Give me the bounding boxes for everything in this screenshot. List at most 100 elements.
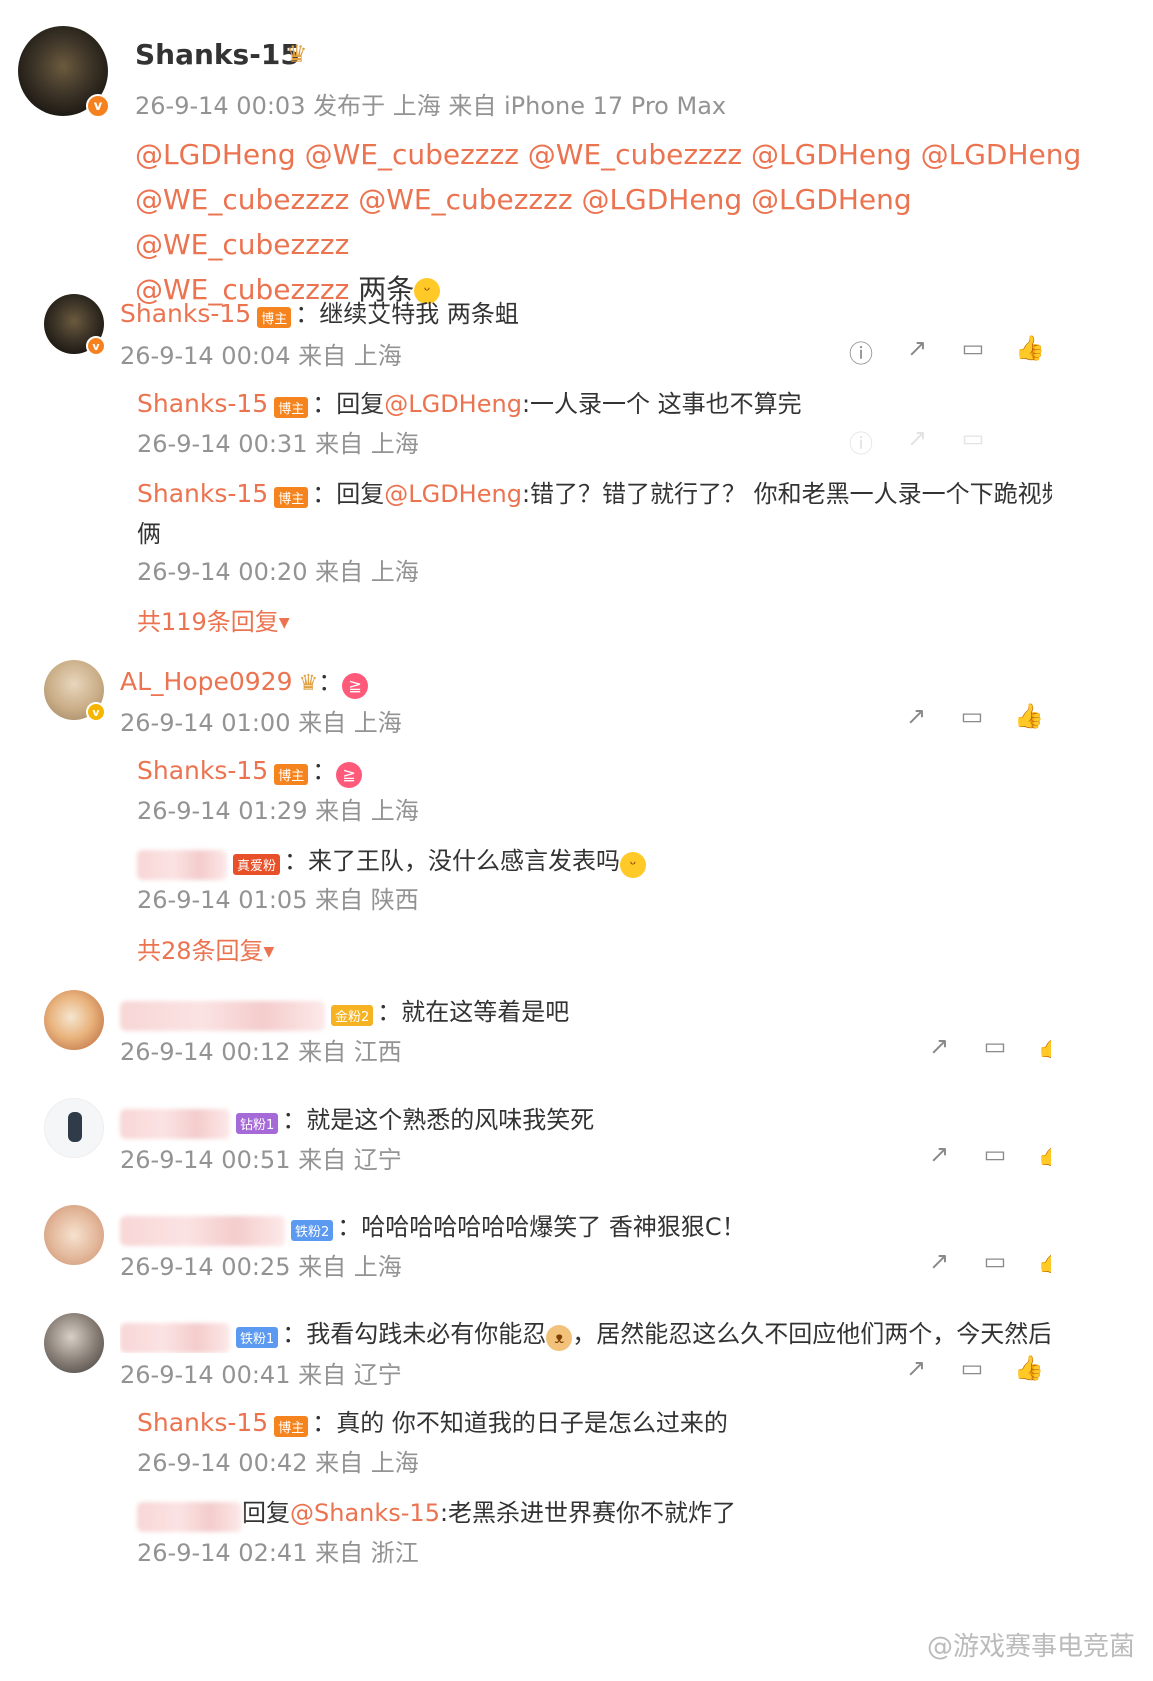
avatar[interactable]: v bbox=[44, 294, 106, 356]
figure-icon bbox=[68, 1112, 82, 1142]
mention-link[interactable]: @WE_cubezzzz bbox=[135, 183, 349, 216]
mention-link[interactable]: @WE_cubezzzz bbox=[528, 138, 742, 171]
more-replies-link[interactable]: 共28条回复▼ bbox=[137, 931, 274, 966]
comment-icon[interactable]: ▭ bbox=[958, 1354, 986, 1382]
reply-prefix: 回复 bbox=[336, 480, 385, 508]
reply-meta: 26-9-14 00:42 来自 上海 bbox=[137, 1449, 419, 1477]
mention-link[interactable]: @LGDHeng bbox=[751, 183, 912, 216]
comment-meta: 26-9-14 00:12 来自 江西 bbox=[120, 1038, 402, 1066]
share-icon[interactable]: ↗ bbox=[903, 334, 931, 369]
mention-link[interactable]: @LGDHeng bbox=[921, 138, 1082, 171]
report-icon[interactable]: ⓘ bbox=[847, 334, 875, 369]
reply: Shanks-15 博主 ：真的 你不知道我的日子是怎么过来的 bbox=[137, 1408, 728, 1437]
reply-text: :老黑杀进世界赛你不就炸了 bbox=[439, 1499, 737, 1527]
share-icon[interactable]: ↗ bbox=[903, 424, 931, 459]
reply-meta: 26-9-14 00:31 来自 上海 bbox=[137, 430, 419, 458]
mention-link[interactable]: @Shanks-15 bbox=[290, 1499, 440, 1527]
share-icon[interactable]: ↗ bbox=[902, 1354, 930, 1382]
avatar[interactable]: v bbox=[44, 660, 106, 722]
share-icon[interactable]: ↗ bbox=[925, 1032, 953, 1060]
blurred-username bbox=[137, 849, 227, 880]
fan-tag: 金粉2 bbox=[331, 1005, 374, 1026]
avatar[interactable] bbox=[44, 1205, 104, 1265]
commenter-name[interactable]: AL_Hope0929 bbox=[120, 667, 293, 696]
smirk-emoji-icon: ᵕ bbox=[620, 851, 647, 878]
reply-text: 来了王队，没什么感言发表吗 bbox=[308, 847, 621, 875]
comment-icon[interactable]: ▭ bbox=[981, 1032, 1009, 1060]
blurred-username bbox=[137, 1501, 242, 1532]
caret-down-icon: ▼ bbox=[263, 944, 275, 960]
more-replies-label: 共28条回复 bbox=[137, 937, 264, 965]
reply-meta: 26-9-14 00:20 来自 上海 bbox=[137, 558, 419, 586]
more-replies-link[interactable]: 共119条回复▼ bbox=[137, 602, 290, 637]
like-icon[interactable]: 👍 bbox=[1037, 1247, 1051, 1275]
comment-meta: 26-9-14 00:04 来自 上海 bbox=[120, 342, 402, 370]
mention-link[interactable]: @LGDHeng bbox=[384, 480, 522, 508]
host-tag: 博主 bbox=[257, 307, 292, 328]
comment-text: 就在这等着是吧 bbox=[401, 998, 570, 1026]
verified-badge-icon: v bbox=[86, 336, 106, 356]
reply-text: :错了？错了就行了？ 你和老黑一人录一个下跪视频原谅 bbox=[521, 480, 1052, 508]
comment-actions: ⓘ ↗ ▭ 👍 bbox=[847, 334, 1045, 369]
mention-link[interactable]: @LGDHeng bbox=[384, 390, 522, 418]
verified-badge-icon: v bbox=[86, 702, 106, 722]
crown-icon: ♛ bbox=[286, 40, 308, 68]
comment-icon[interactable]: ▭ bbox=[959, 424, 987, 459]
blurred-username bbox=[120, 1000, 325, 1031]
like-icon[interactable]: 👍 bbox=[1014, 702, 1044, 730]
commenter-name[interactable]: Shanks-15 bbox=[120, 299, 251, 328]
reply-text: 真的 你不知道我的日子是怎么过来的 bbox=[336, 1409, 728, 1437]
reply: Shanks-15 博主 ：回复@LGDHeng:错了？错了就行了？ 你和老黑一人录… bbox=[137, 474, 1052, 509]
reply-meta: 26-9-14 02:41 来自 浙江 bbox=[137, 1539, 419, 1567]
comment-text: 继续艾特我 两条蛆 bbox=[319, 300, 519, 328]
like-icon[interactable]: 👍 bbox=[1015, 334, 1045, 369]
comment-icon[interactable]: ▭ bbox=[981, 1140, 1009, 1168]
comment-actions: ↗ ▭ 👍 bbox=[902, 1354, 1044, 1382]
laugh-emoji-icon: ≧ bbox=[342, 672, 369, 699]
blurred-username bbox=[120, 1108, 230, 1139]
mention-link[interactable]: @LGDHeng bbox=[581, 183, 742, 216]
fan-tag: 真爱粉 bbox=[233, 854, 281, 875]
share-icon[interactable]: ↗ bbox=[925, 1247, 953, 1275]
comment-actions: ↗ ▭ 👍 bbox=[902, 702, 1044, 730]
reply-meta: 26-9-14 01:29 来自 上海 bbox=[137, 797, 419, 825]
comment-icon[interactable]: ▭ bbox=[981, 1247, 1009, 1275]
commenter-name[interactable]: Shanks-15 bbox=[137, 389, 268, 418]
reply: 真爱粉 ：来了王队，没什么感言发表吗 ᵕ bbox=[137, 841, 647, 880]
comment-meta: 26-9-14 00:51 来自 辽宁 bbox=[120, 1146, 402, 1174]
blurred-username bbox=[120, 1322, 230, 1353]
mention-link[interactable]: @WE_cubezzzz bbox=[358, 183, 572, 216]
like-icon[interactable]: 👍 bbox=[1014, 1354, 1044, 1382]
comment-icon[interactable]: ▭ bbox=[958, 702, 986, 730]
commenter-name[interactable]: Shanks-15 bbox=[137, 479, 268, 508]
caret-down-icon: ▼ bbox=[278, 615, 290, 631]
mention-link[interactable]: @WE_cubezzzz bbox=[305, 138, 519, 171]
like-icon[interactable]: 👍 bbox=[1037, 1140, 1051, 1168]
commenter-name[interactable]: Shanks-15 bbox=[137, 756, 268, 785]
share-icon[interactable]: ↗ bbox=[902, 702, 930, 730]
avatar[interactable] bbox=[44, 1098, 104, 1158]
comment-actions: ↗ ▭ 👍 bbox=[925, 1247, 1051, 1275]
post-author-name[interactable]: Shanks-15 bbox=[135, 38, 300, 71]
reply: Shanks-15 博主 ：回复@LGDHeng:一人录一个 这事也不算完 bbox=[137, 389, 802, 418]
avatar[interactable] bbox=[44, 990, 104, 1050]
post-author-avatar[interactable]: v bbox=[18, 26, 110, 118]
mention-link[interactable]: @WE_cubezzzz bbox=[135, 228, 349, 261]
comment-icon[interactable]: ▭ bbox=[959, 334, 987, 369]
comment: 钻粉1 ：就是这个熟悉的风味我笑死 bbox=[120, 1100, 594, 1139]
share-icon[interactable]: ↗ bbox=[925, 1140, 953, 1168]
comment-text-continued: ，居然能忍这么久不回应他们两个，今天然后游 bbox=[572, 1320, 1050, 1348]
comment: 金粉2 ：就在这等着是吧 bbox=[120, 992, 569, 1031]
doge-emoji-icon: ᴥ bbox=[546, 1324, 573, 1351]
fan-tag: 钻粉1 bbox=[236, 1113, 279, 1134]
report-icon[interactable]: ⓘ bbox=[847, 424, 875, 459]
comment-text: 我看勾践未必有你能忍 bbox=[306, 1320, 547, 1348]
commenter-name[interactable]: Shanks-15 bbox=[137, 1408, 268, 1437]
mention-link[interactable]: @LGDHeng bbox=[751, 138, 912, 171]
mention-link[interactable]: @LGDHeng bbox=[135, 138, 296, 171]
reply: 回复@Shanks-15:老黑杀进世界赛你不就炸了 bbox=[137, 1493, 736, 1532]
laugh-emoji-icon: ≧ bbox=[336, 761, 363, 788]
avatar[interactable] bbox=[44, 1313, 104, 1373]
like-icon[interactable]: 👍 bbox=[1037, 1032, 1051, 1060]
blurred-username bbox=[120, 1215, 285, 1246]
